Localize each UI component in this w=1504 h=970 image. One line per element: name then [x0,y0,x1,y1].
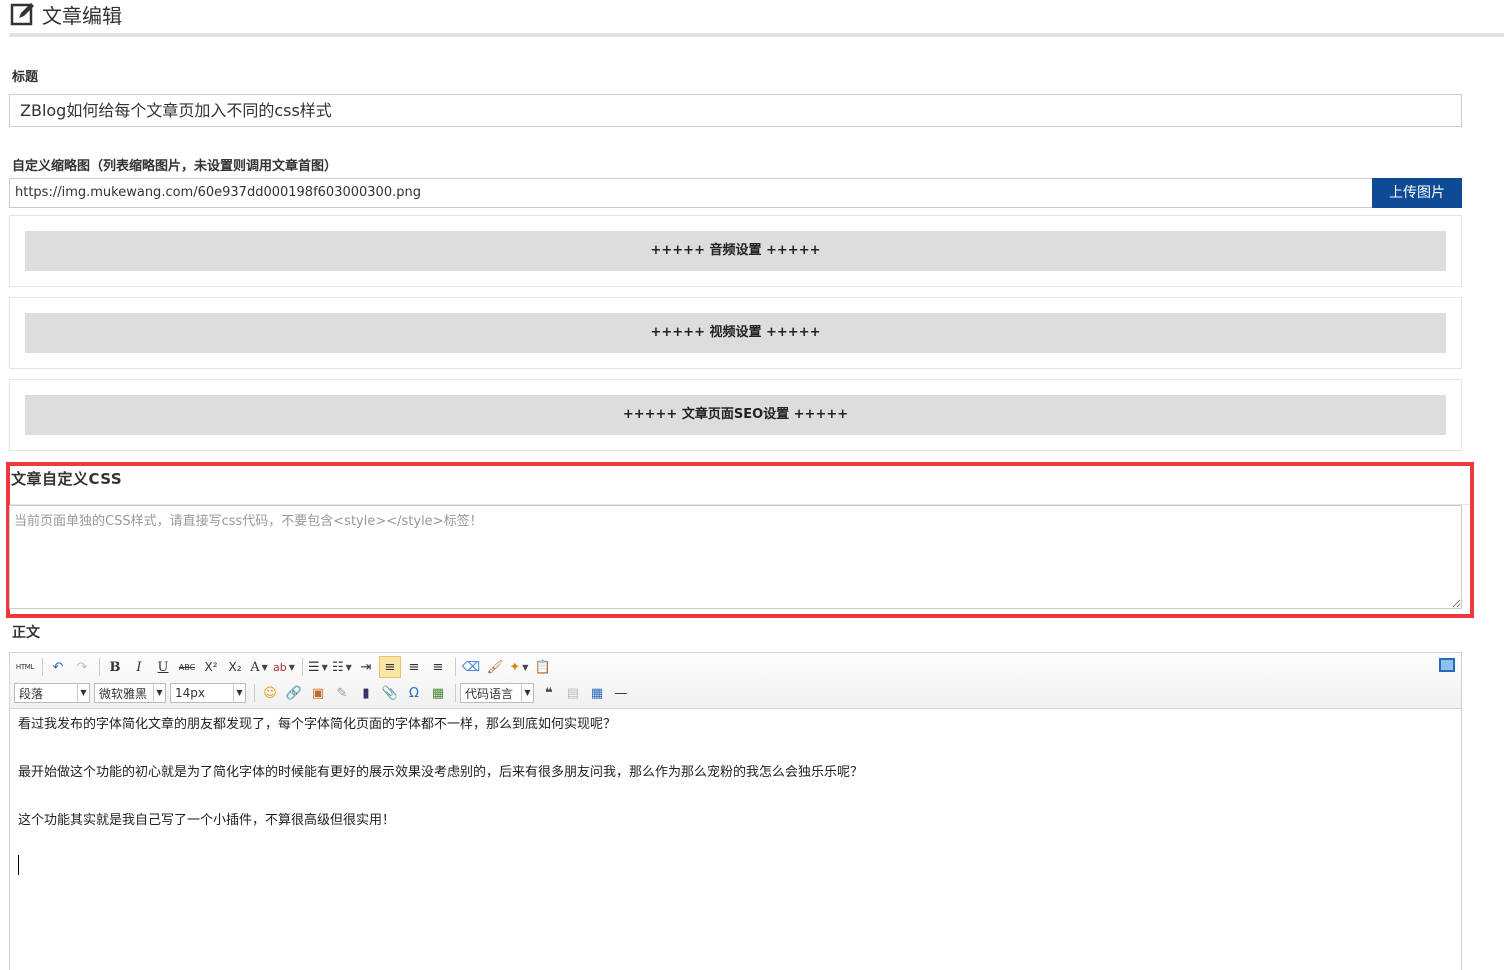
attachment-icon[interactable]: 📎 [379,682,401,704]
upload-image-button[interactable]: 上传图片 [1372,178,1462,208]
special-char-icon[interactable]: Ω [403,682,425,704]
edit-icon [10,3,34,26]
underline-button[interactable]: U [152,656,174,678]
superscript-button[interactable]: X² [200,656,222,678]
italic-button[interactable]: I [128,656,150,678]
align-center-icon[interactable]: ≡ [403,656,425,678]
toolbar-separator [454,658,456,676]
title-input[interactable]: ZBlog如何给每个文章页加入不同的css样式 [9,94,1462,127]
strikethrough-button[interactable]: ABC [176,656,198,678]
paragraph-select-value: 段落 [19,686,44,701]
body-label: 正文 [12,625,40,641]
toolbar-row-2: 段落 ▼ 微软雅黑 ▼ 14px ▼ ☺ 🔗 ▣ ✎ ▮ 📎 Ω ▦ 代码语言 ▼ ❝ … [14,681,634,705]
dropdown-arrow-icon: ▼ [77,684,89,702]
ordered-list-icon[interactable]: ☰ ▼ [307,656,329,678]
font-family-select[interactable]: 微软雅黑 ▼ [94,683,166,703]
unordered-list-icon[interactable]: ☷ ▼ [331,656,353,678]
title-label: 标题 [12,70,39,85]
audio-settings-toggle[interactable]: +++++ 音频设置 +++++ [25,231,1446,271]
code-language-select[interactable]: 代码语言 ▼ [460,683,534,703]
font-family-select-value: 微软雅黑 [99,686,148,701]
dropdown-arrow-icon: ▼ [233,684,245,702]
audio-settings-box: +++++ 音频设置 +++++ [9,215,1462,287]
thumbnail-row: https://img.mukewang.com/60e937dd000198f… [9,178,1462,208]
content-paragraph: 看过我发布的字体简化文章的朋友都发现了，每个字体简化页面的字体都不一样，那么到底… [18,717,617,732]
page-title: 文章编辑 [42,3,122,28]
editor-toolbar: HTML ↶ ↷ B I U ABC X² X₂ A ▼ ab ▼ ☰ ▼ ☷ ▼ ⇥ … [10,653,1461,709]
video-settings-toggle[interactable]: +++++ 视频设置 +++++ [25,313,1446,353]
font-size-select[interactable]: 14px ▼ [170,683,246,703]
table-icon[interactable]: ▦ [586,682,608,704]
redo-icon[interactable]: ↷ [71,656,93,678]
seo-settings-toggle[interactable]: +++++ 文章页面SEO设置 +++++ [25,395,1446,435]
scrawl-icon[interactable]: ✎ [331,682,353,704]
toolbar-separator [455,684,456,702]
content-paragraph: 这个功能其实就是我自己写了一个小插件，不算很高级但很实用！ [18,813,396,828]
header-divider [9,33,1504,37]
dropdown-arrow-icon: ▼ [153,684,165,702]
toolbar-separator [301,658,303,676]
format-brush-icon[interactable]: 🖌 [484,656,506,678]
link-icon[interactable]: 🔗 [283,682,305,704]
eraser-icon[interactable]: ⌫ [460,656,482,678]
dropdown-arrow-icon: ▼ [522,662,529,672]
content-paragraph: 最开始做这个功能的初心就是为了简化字体的时候能有更好的展示效果没考虑别的，后来有… [18,765,864,780]
thumbnail-input[interactable]: https://img.mukewang.com/60e937dd000198f… [9,178,1372,208]
dropdown-arrow-icon: ▼ [261,662,268,672]
video-settings-box: +++++ 视频设置 +++++ [9,297,1462,369]
page-header: 文章编辑 [10,0,122,28]
dropdown-arrow-icon: ▼ [521,684,533,702]
video-icon[interactable]: ▮ [355,682,377,704]
image-icon[interactable]: ▣ [307,682,329,704]
thumbnail-label: 自定义缩略图（列表缩略图片，未设置则调用文章首图） [12,159,338,174]
toolbar-separator [42,658,43,676]
toolbar-row-1: HTML ↶ ↷ B I U ABC X² X₂ A ▼ ab ▼ ☰ ▼ ☷ ▼ ⇥ … [14,655,556,679]
dropdown-arrow-icon: ▼ [288,662,295,672]
undo-icon[interactable]: ↶ [47,656,69,678]
paste-text-icon[interactable]: 📋 [532,656,554,678]
indent-icon[interactable]: ⇥ [355,656,377,678]
align-right-icon[interactable]: ≡ [427,656,449,678]
insert-image-icon[interactable]: ▦ [427,682,449,704]
text-cursor [18,855,19,875]
rich-text-editor: HTML ↶ ↷ B I U ABC X² X₂ A ▼ ab ▼ ☰ ▼ ☷ ▼ ⇥ … [9,652,1462,970]
bold-button[interactable]: B [104,656,126,678]
blockquote-button[interactable]: ❝ [538,682,560,704]
seo-settings-box: +++++ 文章页面SEO设置 +++++ [9,379,1462,451]
fullscreen-icon[interactable] [1439,658,1455,672]
font-color-button[interactable]: A ▼ [248,656,270,678]
editor-content[interactable]: 看过我发布的字体简化文章的朋友都发现了，每个字体简化页面的字体都不一样，那么到底… [10,709,1461,883]
dropdown-arrow-icon: ▼ [345,662,352,672]
emoji-icon[interactable]: ☺ [259,682,281,704]
subscript-button[interactable]: X₂ [224,656,246,678]
highlight-color-icon[interactable]: ab ▼ [272,656,296,678]
html-source-button[interactable]: HTML [14,656,36,678]
dropdown-arrow-icon: ▼ [321,662,328,672]
auto-format-icon[interactable]: ✦ ▼ [508,656,530,678]
custom-css-textarea[interactable] [9,505,1462,609]
code-language-select-value: 代码语言 [465,686,514,701]
align-left-icon[interactable]: ≡ [378,656,401,678]
toolbar-separator [254,684,255,702]
template-icon[interactable]: ▤ [562,682,584,704]
paragraph-select[interactable]: 段落 ▼ [14,683,90,703]
horizontal-rule-icon[interactable]: — [610,682,632,704]
custom-css-label: 文章自定义CSS [11,470,123,488]
font-color-label: A [250,659,260,675]
font-size-select-value: 14px [175,686,205,700]
toolbar-separator [99,658,100,676]
